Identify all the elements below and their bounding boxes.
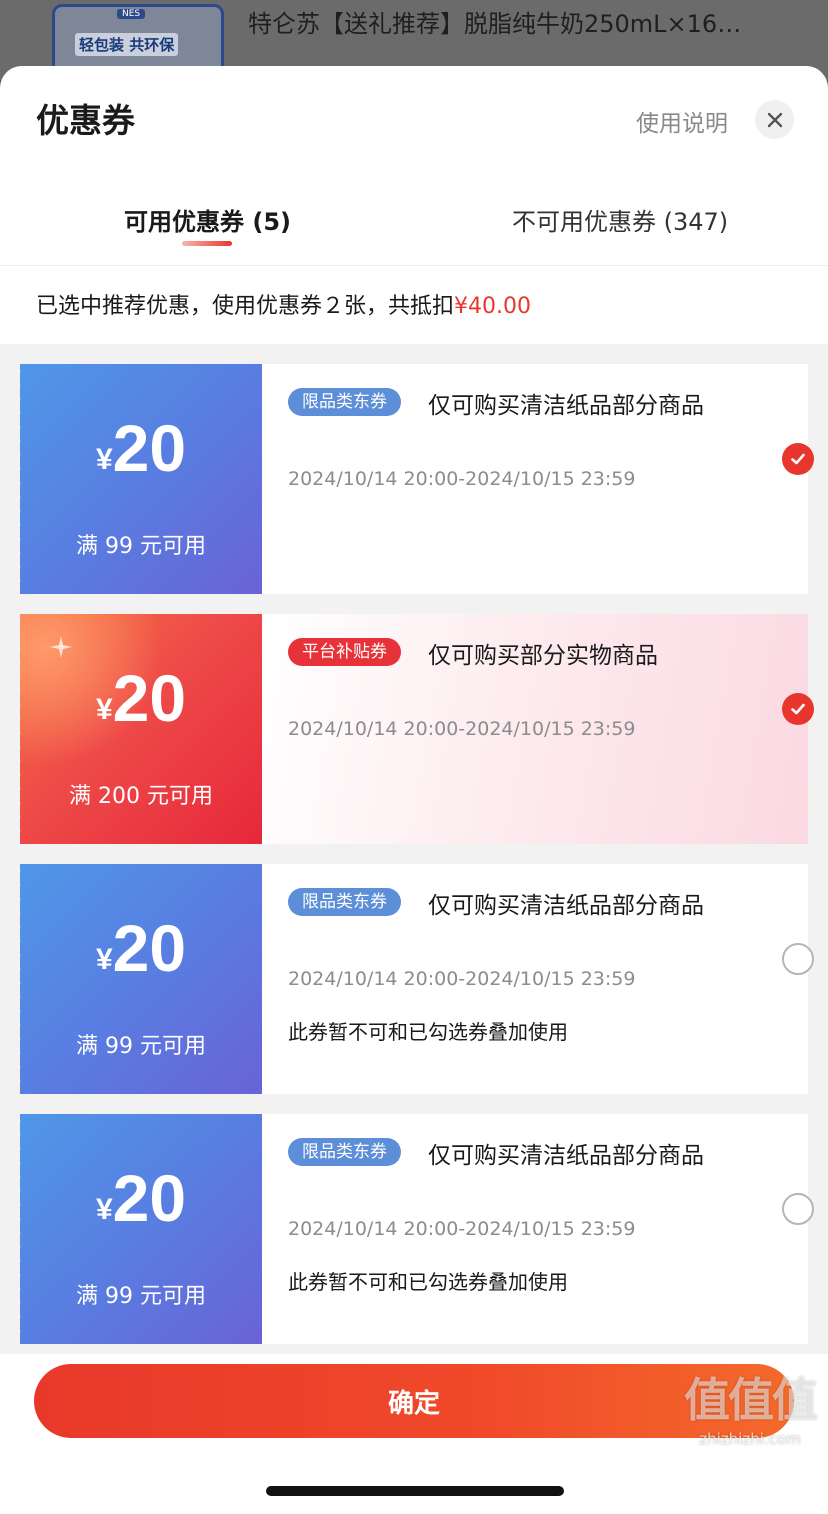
coupon-description: 仅可购买清洁纸品部分商品 xyxy=(428,393,704,419)
summary-text: 已选中推荐优惠，使用优惠券２张，共抵扣 xyxy=(36,294,455,319)
coupon-tabs: 可用优惠券 (5) 不可用优惠券 (347) xyxy=(0,192,828,266)
coupon-validity: 2024/10/14 20:00-2024/10/15 23:59 xyxy=(288,968,636,990)
coupon-stacking-note: 此券暂不可和已勾选券叠加使用 xyxy=(288,1020,568,1044)
coupon-details: 平台补贴券 仅可购买部分实物商品 2024/10/14 20:00-2024/1… xyxy=(262,614,814,844)
coupon-details: 限品类东券 仅可购买清洁纸品部分商品 2024/10/14 20:00-2024… xyxy=(262,864,814,1094)
sheet-title: 优惠券 xyxy=(36,101,135,140)
active-tab-indicator xyxy=(182,241,232,246)
coupon-type-badge: 平台补贴券 xyxy=(288,638,401,666)
currency-symbol: ¥ xyxy=(95,443,113,476)
usage-instructions-link[interactable]: 使用说明 xyxy=(636,104,728,138)
coupon-value-panel: ¥20 满 99 元可用 xyxy=(16,1114,262,1344)
coupon-list[interactable]: ¥20 满 99 元可用 限品类东券 仅可购买清洁纸品部分商品 2024/10/… xyxy=(0,344,828,1354)
coupon-value-panel: ¥20 满 99 元可用 xyxy=(16,364,262,594)
coupon-condition: 满 99 元可用 xyxy=(76,1034,206,1059)
coupon-value-panel: ¥20 满 99 元可用 xyxy=(16,864,262,1094)
site-watermark: 值值值 zhizhizhi.com xyxy=(678,1364,822,1448)
coupon-condition: 满 200 元可用 xyxy=(69,784,213,809)
coupon-value-panel: ¥20 满 200 元可用 xyxy=(16,614,262,844)
watermark-logo: 值值值 xyxy=(684,1373,818,1427)
sparkle-icon xyxy=(50,636,72,658)
coupon-checkbox-checked[interactable] xyxy=(782,443,814,475)
coupon-condition: 满 99 元可用 xyxy=(76,534,206,559)
coupon-price: ¥20 xyxy=(20,410,262,486)
coupon-description: 仅可购买部分实物商品 xyxy=(428,643,658,669)
checkmark-icon xyxy=(791,453,805,465)
coupon-details: 限品类东券 仅可购买清洁纸品部分商品 2024/10/14 20:00-2024… xyxy=(262,1114,814,1344)
tab-unavailable-coupons[interactable]: 不可用优惠券 (347) xyxy=(512,202,728,237)
summary-amount: ¥40.00 xyxy=(454,294,531,319)
coupon-amount: 20 xyxy=(112,1161,187,1235)
currency-symbol: ¥ xyxy=(95,693,113,726)
product-thumbnail-tag: NES xyxy=(117,9,146,19)
coupon-checkbox-checked[interactable] xyxy=(782,693,814,725)
coupon-sheet: 优惠券 使用说明 可用优惠券 (5) 不可用优惠券 (347) 已选中推荐优惠，… xyxy=(0,66,828,1514)
coupon-type-badge: 限品类东券 xyxy=(288,1138,401,1166)
coupon-amount: 20 xyxy=(112,661,187,735)
coupon-card[interactable]: ¥20 满 200 元可用 平台补贴券 仅可购买部分实物商品 2024/10/1… xyxy=(16,614,814,844)
coupon-validity: 2024/10/14 20:00-2024/10/15 23:59 xyxy=(288,718,636,740)
coupon-card[interactable]: ¥20 满 99 元可用 限品类东券 仅可购买清洁纸品部分商品 2024/10/… xyxy=(16,1114,814,1344)
coupon-card[interactable]: ¥20 满 99 元可用 限品类东券 仅可购买清洁纸品部分商品 2024/10/… xyxy=(16,364,814,594)
home-indicator xyxy=(266,1486,564,1496)
coupon-details: 限品类东券 仅可购买清洁纸品部分商品 2024/10/14 20:00-2024… xyxy=(262,364,814,594)
coupon-condition: 满 99 元可用 xyxy=(76,1284,206,1309)
coupon-checkbox-unchecked[interactable] xyxy=(782,943,814,975)
tab-available-coupons[interactable]: 可用优惠券 (5) xyxy=(124,202,291,237)
coupon-stacking-note: 此券暂不可和已勾选券叠加使用 xyxy=(288,1270,568,1294)
coupon-price: ¥20 xyxy=(20,660,262,736)
currency-symbol: ¥ xyxy=(95,943,113,976)
coupon-description: 仅可购买清洁纸品部分商品 xyxy=(428,1143,704,1169)
watermark-url: zhizhizhi.com xyxy=(699,1430,801,1448)
close-icon xyxy=(767,112,782,127)
coupon-description: 仅可购买清洁纸品部分商品 xyxy=(428,893,704,919)
coupon-price: ¥20 xyxy=(20,1160,262,1236)
coupon-card[interactable]: ¥20 满 99 元可用 限品类东券 仅可购买清洁纸品部分商品 2024/10/… xyxy=(16,864,814,1094)
product-title: 特仑苏【送礼推荐】脱脂纯牛奶250mL×16… xyxy=(248,10,742,38)
coupon-type-badge: 限品类东券 xyxy=(288,388,401,416)
currency-symbol: ¥ xyxy=(95,1193,113,1226)
close-button[interactable] xyxy=(755,100,794,139)
coupon-validity: 2024/10/14 20:00-2024/10/15 23:59 xyxy=(288,468,636,490)
coupon-amount: 20 xyxy=(112,411,187,485)
tabs-divider xyxy=(0,265,828,266)
selection-summary: 已选中推荐优惠，使用优惠券２张，共抵扣¥40.00 xyxy=(36,288,531,320)
coupon-amount: 20 xyxy=(112,911,187,985)
checkmark-icon xyxy=(791,703,805,715)
coupon-checkbox-unchecked[interactable] xyxy=(782,1193,814,1225)
coupon-validity: 2024/10/14 20:00-2024/10/15 23:59 xyxy=(288,1218,636,1240)
coupon-type-badge: 限品类东券 xyxy=(288,888,401,916)
coupon-price: ¥20 xyxy=(20,910,262,986)
product-thumbnail-label: 轻包装 共环保 xyxy=(75,33,179,56)
